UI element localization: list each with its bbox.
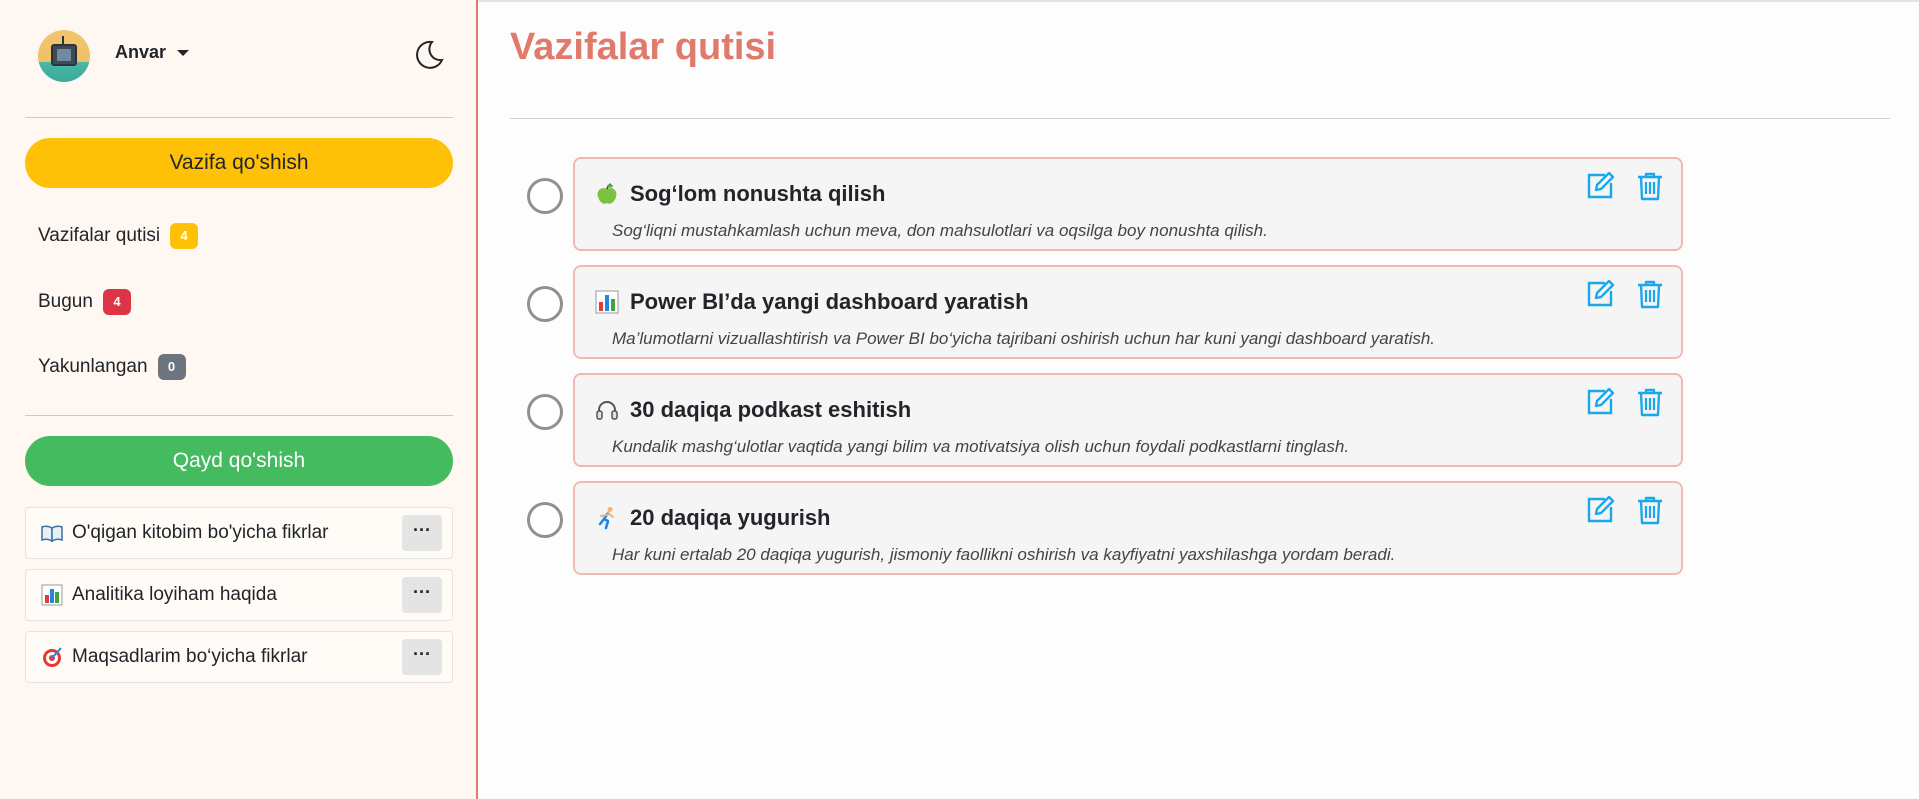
title-divider xyxy=(510,118,1890,119)
note-label: Maqsadlarim bo‘yicha fikrlar xyxy=(72,646,308,667)
task-complete-checkbox[interactable] xyxy=(527,394,563,430)
task-title: Sog‘lom nonushta qilish xyxy=(630,181,886,206)
user-profile: Anvar xyxy=(38,28,458,82)
sidebar-divider xyxy=(25,415,453,416)
moon-icon[interactable] xyxy=(412,38,446,72)
task-card: Power BI’da yangi dashboard yaratish Ma’… xyxy=(573,265,1683,359)
task-title: 20 daqiqa yugurish xyxy=(630,505,831,530)
task-title: Power BI’da yangi dashboard yaratish xyxy=(630,289,1029,314)
add-note-button[interactable]: Qayd qo'shish xyxy=(25,436,453,486)
edit-icon[interactable] xyxy=(1585,279,1615,309)
task-complete-checkbox[interactable] xyxy=(527,286,563,322)
task-item: 30 daqiqa podkast eshitish Kundalik mash… xyxy=(524,373,1684,469)
avatar[interactable] xyxy=(38,30,90,82)
edit-icon[interactable] xyxy=(1585,171,1615,201)
open-book-icon xyxy=(41,525,63,543)
sidebar-item-label: Yakunlangan xyxy=(38,356,148,377)
add-task-button[interactable]: Vazifa qo'shish xyxy=(25,138,453,188)
bar-chart-icon xyxy=(41,584,63,606)
trash-icon[interactable] xyxy=(1635,279,1665,309)
task-description: Ma’lumotlarni vizuallashtirish va Power … xyxy=(612,329,1436,348)
caret-down-icon[interactable] xyxy=(177,50,189,56)
trash-icon[interactable] xyxy=(1635,171,1665,201)
sidebar-item-today[interactable]: Bugun 4 xyxy=(38,288,131,316)
sidebar-item-completed[interactable]: Yakunlangan 0 xyxy=(38,353,186,381)
task-title: 30 daqiqa podkast eshitish xyxy=(630,397,912,422)
note-item[interactable]: O'qigan kitobim bo'yicha fikrlar ··· xyxy=(25,507,453,559)
sidebar-item-label: Bugun xyxy=(38,291,93,312)
task-item: Power BI’da yangi dashboard yaratish Ma’… xyxy=(524,265,1684,361)
note-label: O'qigan kitobim bo'yicha fikrlar xyxy=(72,522,329,543)
page-title: Vazifalar qutisi xyxy=(510,26,777,68)
sidebar-divider xyxy=(25,117,453,118)
edit-icon[interactable] xyxy=(1585,387,1615,417)
task-item: 20 daqiqa yugurish Har kuni ertalab 20 d… xyxy=(524,481,1684,577)
note-menu-button[interactable]: ··· xyxy=(402,577,442,613)
trash-icon[interactable] xyxy=(1635,495,1665,525)
username-dropdown[interactable]: Anvar xyxy=(115,42,166,63)
task-description: Har kuni ertalab 20 daqiqa yugurish, jis… xyxy=(612,545,1396,564)
note-label: Analitika loyiham haqida xyxy=(72,584,277,605)
sidebar-item-inbox[interactable]: Vazifalar qutisi 4 xyxy=(38,222,199,250)
note-item[interactable]: Analitika loyiham haqida ··· xyxy=(25,569,453,621)
target-icon xyxy=(43,647,62,667)
count-badge: 0 xyxy=(157,353,186,380)
green-apple-icon xyxy=(597,183,617,204)
sidebar-item-label: Vazifalar qutisi xyxy=(38,225,161,246)
task-complete-checkbox[interactable] xyxy=(527,502,563,538)
note-item[interactable]: Maqsadlarim bo‘yicha fikrlar ··· xyxy=(25,631,453,683)
count-badge: 4 xyxy=(170,222,199,249)
task-complete-checkbox[interactable] xyxy=(527,178,563,214)
sidebar: Anvar Vazifa qo'shish Vazifalar qutisi 4 … xyxy=(0,0,478,799)
trash-icon[interactable] xyxy=(1635,387,1665,417)
count-badge: 4 xyxy=(102,288,131,315)
note-menu-button[interactable]: ··· xyxy=(402,515,442,551)
task-card: 20 daqiqa yugurish Har kuni ertalab 20 d… xyxy=(573,481,1683,575)
task-item: Sog‘lom nonushta qilish Sog‘liqni mustah… xyxy=(524,157,1684,253)
edit-icon[interactable] xyxy=(1585,495,1615,525)
task-description: Kundalik mashg‘ulotlar vaqtida yangi bil… xyxy=(612,437,1350,456)
task-card: 30 daqiqa podkast eshitish Kundalik mash… xyxy=(573,373,1683,467)
bar-chart-icon xyxy=(595,290,619,314)
headphones-icon xyxy=(596,401,618,420)
runner-icon xyxy=(598,507,614,530)
task-description: Sog‘liqni mustahkamlash uchun meva, don … xyxy=(612,221,1268,240)
note-menu-button[interactable]: ··· xyxy=(402,639,442,675)
task-card: Sog‘lom nonushta qilish Sog‘liqni mustah… xyxy=(573,157,1683,251)
